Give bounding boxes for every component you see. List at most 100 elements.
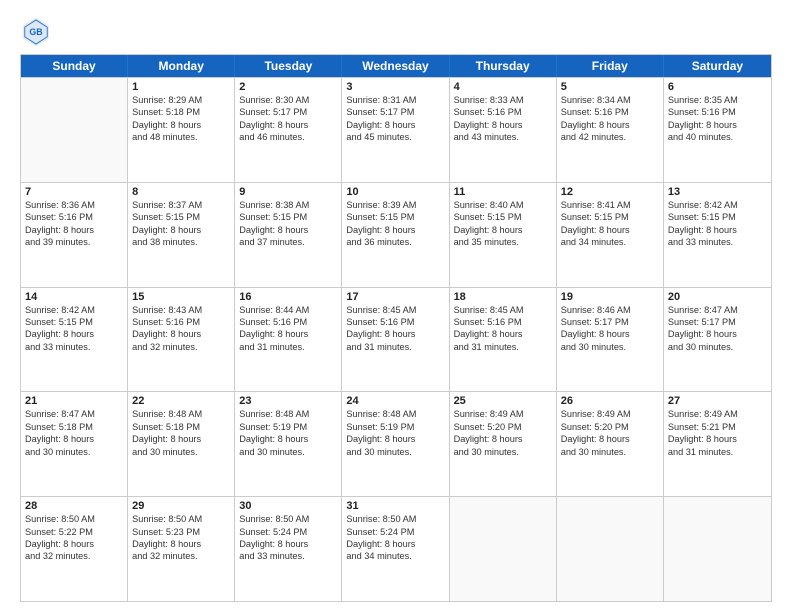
cell-line: Daylight: 8 hours: [668, 119, 767, 131]
day-cell-25: 25Sunrise: 8:49 AMSunset: 5:20 PMDayligh…: [450, 392, 557, 496]
cell-line: Sunset: 5:15 PM: [346, 211, 444, 223]
cell-line: and 30 minutes.: [668, 341, 767, 353]
day-cell-7: 7Sunrise: 8:36 AMSunset: 5:16 PMDaylight…: [21, 183, 128, 287]
cell-line: Sunrise: 8:48 AM: [346, 408, 444, 420]
logo-icon: GB: [20, 16, 52, 48]
cell-line: Sunrise: 8:50 AM: [132, 513, 230, 525]
cell-line: Daylight: 8 hours: [239, 119, 337, 131]
day-number: 5: [561, 81, 659, 93]
cell-line: and 34 minutes.: [561, 236, 659, 248]
cell-line: Daylight: 8 hours: [561, 119, 659, 131]
svg-text:GB: GB: [29, 27, 42, 37]
cell-line: Sunrise: 8:30 AM: [239, 94, 337, 106]
cell-line: Sunset: 5:15 PM: [132, 211, 230, 223]
weekday-header-friday: Friday: [557, 55, 664, 77]
weekday-header-monday: Monday: [128, 55, 235, 77]
day-cell-14: 14Sunrise: 8:42 AMSunset: 5:15 PMDayligh…: [21, 288, 128, 392]
cell-line: and 31 minutes.: [668, 446, 767, 458]
day-number: 1: [132, 81, 230, 93]
cell-line: Sunrise: 8:29 AM: [132, 94, 230, 106]
cell-line: Sunset: 5:16 PM: [561, 106, 659, 118]
cell-line: Sunset: 5:16 PM: [25, 211, 123, 223]
cell-line: Sunset: 5:22 PM: [25, 526, 123, 538]
cell-line: Sunrise: 8:36 AM: [25, 199, 123, 211]
cell-line: and 30 minutes.: [132, 446, 230, 458]
cell-line: Sunrise: 8:40 AM: [454, 199, 552, 211]
cell-line: Sunrise: 8:39 AM: [346, 199, 444, 211]
cell-line: Daylight: 8 hours: [561, 433, 659, 445]
day-cell-8: 8Sunrise: 8:37 AMSunset: 5:15 PMDaylight…: [128, 183, 235, 287]
day-number: 18: [454, 291, 552, 303]
weekday-header-wednesday: Wednesday: [342, 55, 449, 77]
cell-line: Sunrise: 8:49 AM: [561, 408, 659, 420]
cell-line: and 46 minutes.: [239, 131, 337, 143]
cell-line: Daylight: 8 hours: [25, 538, 123, 550]
day-cell-empty-0-0: [21, 78, 128, 182]
cell-line: Sunrise: 8:48 AM: [239, 408, 337, 420]
cell-line: and 48 minutes.: [132, 131, 230, 143]
day-cell-20: 20Sunrise: 8:47 AMSunset: 5:17 PMDayligh…: [664, 288, 771, 392]
day-cell-28: 28Sunrise: 8:50 AMSunset: 5:22 PMDayligh…: [21, 497, 128, 601]
cell-line: Sunrise: 8:45 AM: [346, 304, 444, 316]
cell-line: Sunrise: 8:37 AM: [132, 199, 230, 211]
cell-line: and 33 minutes.: [239, 550, 337, 562]
cell-line: Daylight: 8 hours: [132, 224, 230, 236]
page: GB SundayMondayTuesdayWednesdayThursdayF…: [0, 0, 792, 612]
calendar: SundayMondayTuesdayWednesdayThursdayFrid…: [20, 54, 772, 602]
cell-line: and 45 minutes.: [346, 131, 444, 143]
weekday-header-tuesday: Tuesday: [235, 55, 342, 77]
cell-line: and 37 minutes.: [239, 236, 337, 248]
weekday-header-sunday: Sunday: [21, 55, 128, 77]
cell-line: Daylight: 8 hours: [239, 433, 337, 445]
cell-line: Sunrise: 8:49 AM: [668, 408, 767, 420]
cell-line: Sunrise: 8:50 AM: [25, 513, 123, 525]
cell-line: Sunrise: 8:35 AM: [668, 94, 767, 106]
cell-line: Sunrise: 8:47 AM: [25, 408, 123, 420]
cell-line: Daylight: 8 hours: [346, 328, 444, 340]
day-cell-17: 17Sunrise: 8:45 AMSunset: 5:16 PMDayligh…: [342, 288, 449, 392]
cell-line: Sunrise: 8:48 AM: [132, 408, 230, 420]
cell-line: Sunset: 5:15 PM: [239, 211, 337, 223]
cell-line: Sunrise: 8:45 AM: [454, 304, 552, 316]
cell-line: and 32 minutes.: [132, 550, 230, 562]
cell-line: Sunset: 5:17 PM: [668, 316, 767, 328]
day-cell-24: 24Sunrise: 8:48 AMSunset: 5:19 PMDayligh…: [342, 392, 449, 496]
cell-line: Sunrise: 8:33 AM: [454, 94, 552, 106]
day-number: 31: [346, 500, 444, 512]
cell-line: Sunset: 5:17 PM: [561, 316, 659, 328]
day-number: 29: [132, 500, 230, 512]
day-number: 8: [132, 186, 230, 198]
cell-line: Sunset: 5:16 PM: [454, 106, 552, 118]
header: GB: [20, 16, 772, 48]
day-cell-31: 31Sunrise: 8:50 AMSunset: 5:24 PMDayligh…: [342, 497, 449, 601]
calendar-row-1: 7Sunrise: 8:36 AMSunset: 5:16 PMDaylight…: [21, 182, 771, 287]
cell-line: Daylight: 8 hours: [346, 119, 444, 131]
calendar-row-3: 21Sunrise: 8:47 AMSunset: 5:18 PMDayligh…: [21, 391, 771, 496]
calendar-row-4: 28Sunrise: 8:50 AMSunset: 5:22 PMDayligh…: [21, 496, 771, 601]
day-cell-3: 3Sunrise: 8:31 AMSunset: 5:17 PMDaylight…: [342, 78, 449, 182]
day-cell-empty-4-5: [557, 497, 664, 601]
day-number: 23: [239, 395, 337, 407]
cell-line: and 39 minutes.: [25, 236, 123, 248]
cell-line: Sunrise: 8:38 AM: [239, 199, 337, 211]
day-cell-30: 30Sunrise: 8:50 AMSunset: 5:24 PMDayligh…: [235, 497, 342, 601]
day-cell-21: 21Sunrise: 8:47 AMSunset: 5:18 PMDayligh…: [21, 392, 128, 496]
cell-line: Daylight: 8 hours: [668, 328, 767, 340]
day-number: 13: [668, 186, 767, 198]
day-cell-5: 5Sunrise: 8:34 AMSunset: 5:16 PMDaylight…: [557, 78, 664, 182]
cell-line: Daylight: 8 hours: [132, 433, 230, 445]
cell-line: and 42 minutes.: [561, 131, 659, 143]
day-cell-13: 13Sunrise: 8:42 AMSunset: 5:15 PMDayligh…: [664, 183, 771, 287]
cell-line: Daylight: 8 hours: [668, 433, 767, 445]
day-number: 12: [561, 186, 659, 198]
weekday-header-thursday: Thursday: [450, 55, 557, 77]
cell-line: Sunset: 5:19 PM: [346, 421, 444, 433]
cell-line: Daylight: 8 hours: [561, 328, 659, 340]
cell-line: Sunset: 5:15 PM: [561, 211, 659, 223]
day-cell-12: 12Sunrise: 8:41 AMSunset: 5:15 PMDayligh…: [557, 183, 664, 287]
cell-line: and 34 minutes.: [346, 550, 444, 562]
cell-line: and 36 minutes.: [346, 236, 444, 248]
cell-line: Daylight: 8 hours: [454, 224, 552, 236]
day-number: 27: [668, 395, 767, 407]
day-number: 6: [668, 81, 767, 93]
